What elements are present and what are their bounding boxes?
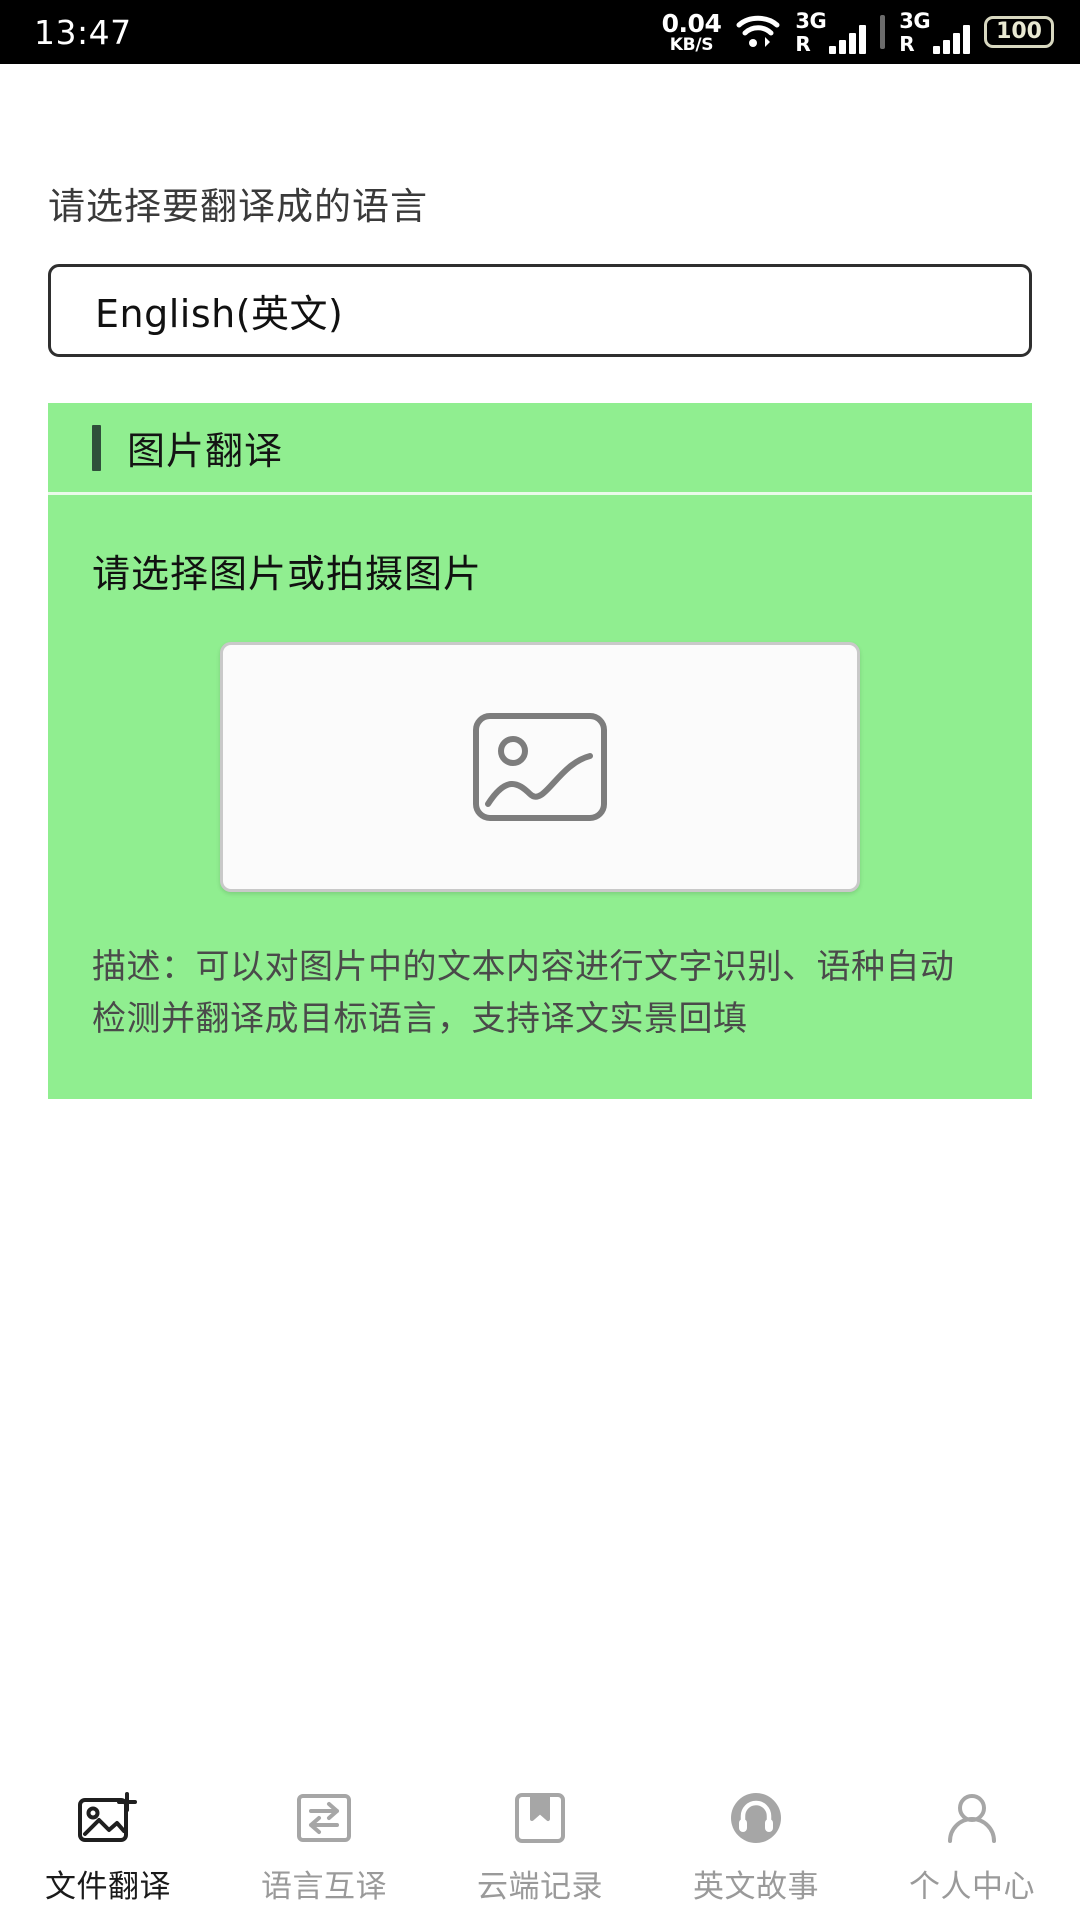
tab-file-translate[interactable]: 文件翻译: [0, 1770, 216, 1920]
main-content: 请选择要翻译成的语言 English(英文) 图片翻译 请选择图片或拍摄图片 描: [0, 64, 1080, 1920]
image-add-icon: [77, 1785, 139, 1851]
sim2-signal-bars: [933, 24, 971, 54]
headphones-icon: [726, 1785, 786, 1851]
card-header: 图片翻译: [48, 403, 1032, 495]
language-selector-value: English(英文): [95, 292, 344, 336]
sim1-signal-bars: [829, 24, 867, 54]
tab-english-stories[interactable]: 英文故事: [648, 1770, 864, 1920]
tab-cloud-records[interactable]: 云端记录: [432, 1770, 648, 1920]
battery-indicator: 100: [984, 16, 1054, 48]
sim2-network-type: 3G: [899, 8, 931, 33]
network-speed-value: 0.04: [661, 8, 722, 38]
tab-language-translate[interactable]: 语言互译: [216, 1770, 432, 1920]
tab-language-translate-label: 语言互译: [261, 1868, 387, 1905]
card-description: 描述：可以对图片中的文本内容进行文字识别、语种自动检测并翻译成目标语言，支持译文…: [92, 947, 955, 1039]
network-speed-unit: KB/S: [669, 34, 714, 55]
language-selector-label: 请选择要翻译成的语言: [48, 185, 428, 228]
status-bar: 13:47 0.04 KB/S 3G R 3G R 100: [0, 0, 1080, 64]
sim2-signal-indicator: 3G R: [899, 8, 971, 56]
person-icon: [943, 1785, 1001, 1851]
wifi-icon: [735, 13, 781, 51]
tab-personal-center[interactable]: 个人中心: [864, 1770, 1080, 1920]
tab-personal-center-label: 个人中心: [909, 1868, 1035, 1905]
sim1-signal-indicator: 3G R: [795, 8, 867, 56]
image-placeholder-icon: [473, 713, 607, 821]
image-translate-card: 图片翻译 请选择图片或拍摄图片 描述：可以对图片中的文本内容进行文字识别、语种自…: [48, 403, 1032, 1100]
language-selector[interactable]: English(英文): [48, 264, 1032, 357]
sim2-roaming-label: R: [899, 31, 915, 56]
card-subtitle: 请选择图片或拍摄图片: [92, 552, 483, 596]
status-bar-clock: 13:47: [34, 12, 132, 52]
card-accent-bar: [92, 424, 101, 471]
tab-english-stories-label: 英文故事: [693, 1868, 819, 1905]
bottom-navigation-bar: 文件翻译 语言互译 云端记录 英文故事 个人中心: [0, 1770, 1080, 1920]
status-bar-indicators: 0.04 KB/S 3G R 3G R 100: [662, 8, 1054, 56]
image-upload-area[interactable]: [220, 642, 860, 892]
tab-file-translate-label: 文件翻译: [45, 1868, 171, 1905]
swap-arrows-icon: [295, 1785, 353, 1851]
card-title: 图片翻译: [127, 429, 284, 473]
sim1-network-type: 3G: [795, 8, 827, 33]
tab-cloud-records-label: 云端记录: [477, 1868, 603, 1905]
sim1-roaming-label: R: [795, 31, 811, 56]
phone-screen: 13:47 0.04 KB/S 3G R 3G R 100 请选择要翻译成的语言…: [0, 0, 1080, 1920]
bookmark-icon: [511, 1785, 569, 1851]
card-body: 请选择图片或拍摄图片 描述：可以对图片中的文本内容进行文字识别、语种自动检测并翻…: [48, 495, 1032, 1099]
network-speed-indicator: 0.04 KB/S: [662, 11, 722, 54]
status-bar-divider: [880, 15, 886, 49]
